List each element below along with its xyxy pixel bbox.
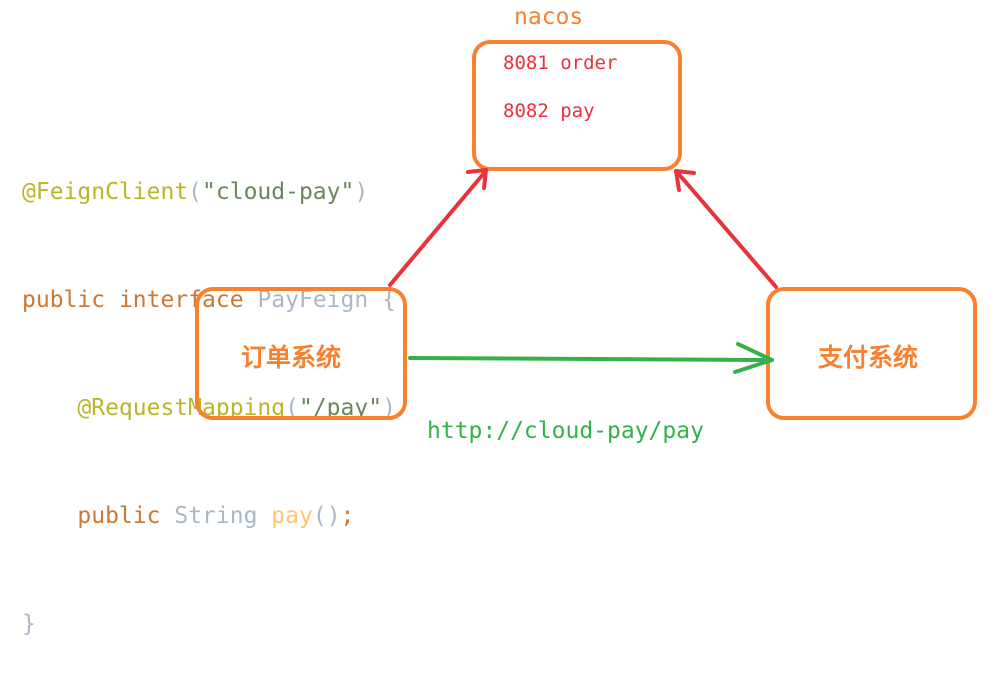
code-line-method: public String pay();	[22, 498, 396, 534]
method-parens: ()	[312, 503, 341, 529]
call-url-label: http://cloud-pay/pay	[427, 418, 704, 444]
code-semicolon: ;	[340, 503, 355, 529]
order-to-pay-call-arrow	[408, 342, 774, 374]
keyword-public: public	[77, 503, 161, 529]
return-type: String	[174, 503, 258, 529]
code-line-close: }	[22, 606, 396, 642]
connection-arrows	[388, 168, 778, 374]
code-brace-close: }	[22, 611, 36, 637]
method-name: pay	[271, 503, 313, 529]
order-register-arrow	[388, 168, 488, 287]
pay-register-arrow	[674, 169, 778, 289]
